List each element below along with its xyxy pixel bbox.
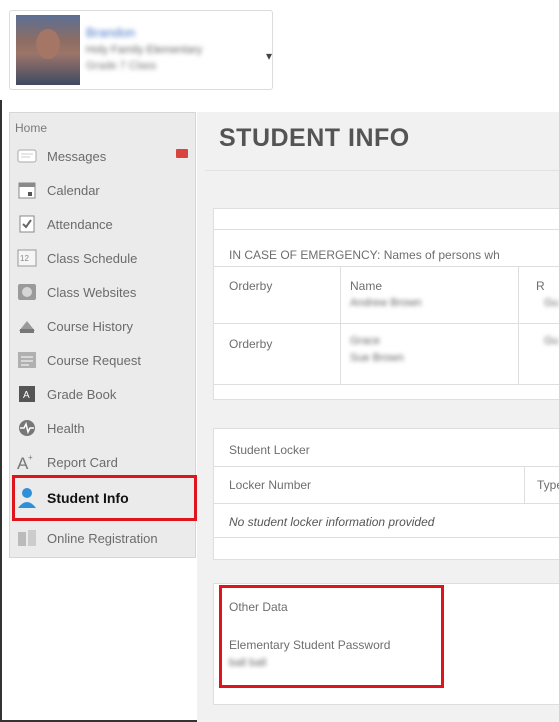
avatar bbox=[16, 15, 80, 85]
sidebar-item-class-schedule[interactable]: 12 Class Schedule bbox=[16, 243, 192, 273]
sidebar-item-class-websites[interactable]: Class Websites bbox=[16, 277, 192, 307]
calendar-icon bbox=[16, 179, 38, 201]
sidebar-item-health[interactable]: Health bbox=[16, 413, 192, 443]
sidebar-item-course-request[interactable]: Course Request bbox=[16, 345, 192, 375]
svg-text:12: 12 bbox=[20, 254, 29, 263]
column-type: Type bbox=[537, 478, 559, 492]
column-orderby: Orderby bbox=[229, 279, 273, 293]
student-school: Holy Family Elementary bbox=[86, 44, 203, 56]
messages-icon bbox=[16, 145, 38, 167]
student-grade: Grade 7 Class bbox=[86, 60, 157, 72]
column-locker-number: Locker Number bbox=[229, 478, 312, 492]
sidebar-item-report-card[interactable]: A + Report Card bbox=[16, 447, 192, 477]
sidebar-item-label: Course History bbox=[47, 318, 133, 334]
svg-text:+: + bbox=[28, 453, 33, 462]
sidebar-item-label: Course Request bbox=[47, 352, 141, 368]
highlight-student-info bbox=[12, 475, 197, 521]
sidebar-item-online-registration[interactable]: Online Registration bbox=[16, 523, 192, 553]
sidebar-item-label: Report Card bbox=[47, 454, 118, 470]
contact-name: Andrew Brown bbox=[350, 297, 422, 309]
sidebar-item-label: Health bbox=[47, 420, 85, 436]
contact-relation: Gu bbox=[544, 335, 559, 347]
chevron-down-icon[interactable]: ▾ bbox=[266, 49, 272, 63]
page-title: STUDENT INFO bbox=[219, 124, 410, 152]
highlight-other-data bbox=[219, 585, 444, 688]
emergency-header: IN CASE OF EMERGENCY: Names of persons w… bbox=[229, 248, 500, 262]
locker-empty-message: No student locker information provided bbox=[229, 515, 435, 529]
contact-name-line2: Sue Brown bbox=[350, 352, 404, 364]
locker-header: Student Locker bbox=[229, 443, 310, 457]
sidebar-home[interactable]: Home bbox=[15, 121, 47, 135]
sidebar-item-label: Messages bbox=[47, 148, 107, 164]
sidebar-item-label: Grade Book bbox=[47, 386, 117, 402]
app-header: Brandon Holy Family Elementary Grade 7 C… bbox=[0, 0, 559, 100]
sidebar-item-label: Class Websites bbox=[47, 284, 137, 300]
report-card-icon: A + bbox=[16, 451, 38, 473]
request-icon bbox=[16, 349, 38, 371]
student-name: Brandon bbox=[86, 25, 136, 40]
sidebar-item-grade-book[interactable]: A Grade Book bbox=[16, 379, 192, 409]
mail-badge-icon bbox=[176, 149, 188, 158]
contact-name: Grace bbox=[350, 335, 380, 347]
student-locker-card: Student Locker Locker Number Type No stu… bbox=[213, 428, 559, 560]
health-icon bbox=[16, 417, 38, 439]
sidebar-item-attendance[interactable]: Attendance bbox=[16, 209, 192, 239]
profile-switcher[interactable]: Brandon Holy Family Elementary Grade 7 C… bbox=[9, 10, 273, 90]
sidebar-item-label: Calendar bbox=[47, 182, 100, 198]
sidebar-item-messages[interactable]: Messages bbox=[16, 141, 192, 171]
schedule-icon: 12 bbox=[16, 247, 38, 269]
column-name: Name bbox=[350, 279, 383, 293]
gradebook-icon: A bbox=[16, 383, 38, 405]
contact-relation: Gu bbox=[544, 297, 559, 309]
sidebar-item-course-history[interactable]: Course History bbox=[16, 311, 192, 341]
sidebar-item-calendar[interactable]: Calendar bbox=[16, 175, 192, 205]
column-r: R bbox=[536, 279, 545, 293]
history-icon bbox=[16, 315, 38, 337]
svg-text:A: A bbox=[23, 390, 30, 401]
attendance-icon bbox=[16, 213, 38, 235]
sidebar-item-label: Online Registration bbox=[47, 530, 158, 546]
sidebar-item-label: Attendance bbox=[47, 216, 113, 232]
row-orderby: Orderby bbox=[229, 337, 273, 351]
sidebar-item-label: Class Schedule bbox=[47, 250, 138, 266]
emergency-contacts-card: IN CASE OF EMERGENCY: Names of persons w… bbox=[213, 208, 559, 400]
title-divider bbox=[205, 170, 559, 171]
websites-icon bbox=[16, 281, 38, 303]
registration-icon bbox=[16, 527, 38, 549]
